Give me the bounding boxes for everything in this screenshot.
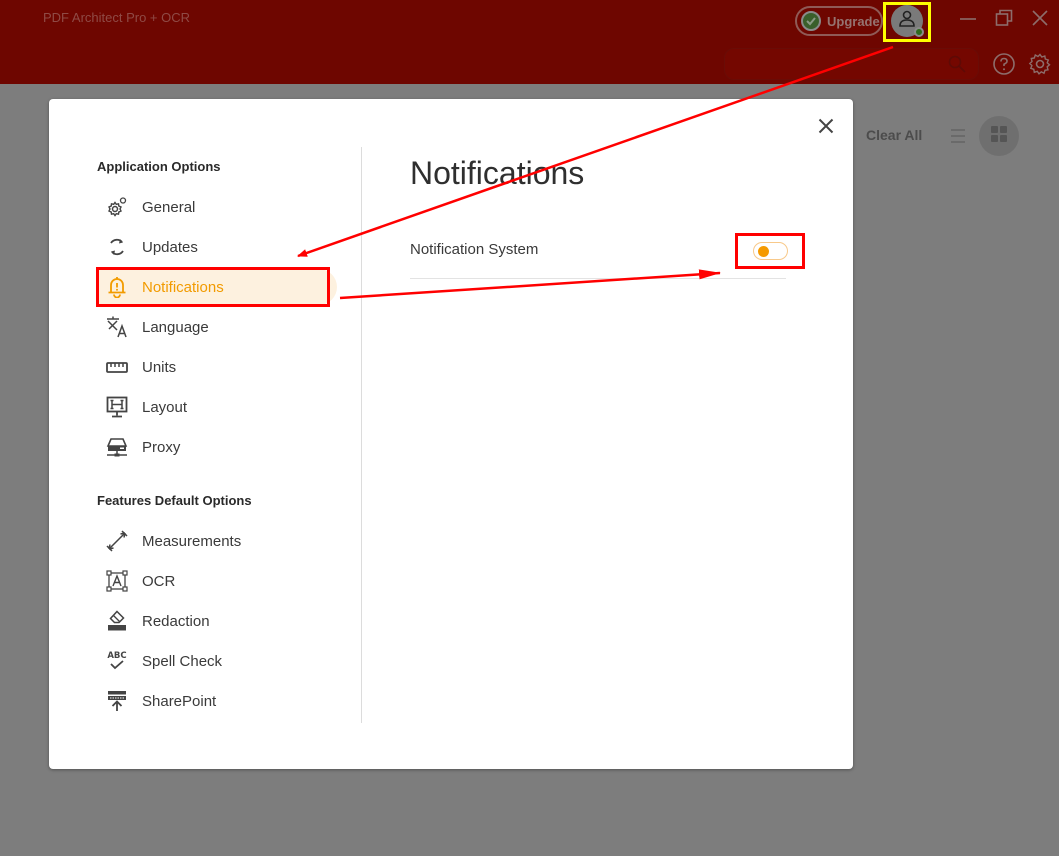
grid-view-button[interactable]: [979, 116, 1019, 156]
sidebar-item-label: General: [142, 198, 196, 216]
sidebar-item-label: Measurements: [142, 532, 242, 550]
window-close-button[interactable]: [1028, 8, 1052, 32]
list-view-icon: [950, 129, 966, 149]
options-sidebar: Application Options General Updates Noti…: [49, 99, 361, 769]
sidebar-item-label: Proxy: [142, 438, 181, 456]
app-title: PDF Architect Pro + OCR: [43, 10, 191, 25]
list-view-button[interactable]: [950, 127, 966, 145]
sidebar-item-ocr[interactable]: OCR: [97, 563, 331, 599]
section-title-application-options: Application Options: [97, 159, 221, 174]
sidebar-item-spell-check[interactable]: ABC Spell Check: [97, 643, 331, 679]
minimize-icon: [959, 9, 977, 32]
page-title: Notifications: [410, 155, 585, 191]
measure-arrow-icon: [105, 529, 129, 553]
help-button[interactable]: [992, 52, 1016, 76]
network-drive-icon: [105, 435, 129, 459]
eraser-icon: [105, 609, 129, 633]
ruler-icon: [105, 355, 129, 379]
search-input[interactable]: [724, 48, 979, 80]
sidebar-item-language[interactable]: Language: [97, 309, 331, 345]
check-circle-icon: [801, 11, 821, 31]
gears-icon: [105, 195, 129, 219]
sidebar-item-label: Layout: [142, 398, 188, 416]
setting-row-notification-system: Notification System: [410, 231, 788, 279]
svg-text:ABC: ABC: [107, 651, 126, 661]
title-bar: PDF Architect Pro + OCR Upgrade: [0, 0, 1059, 84]
grid-view-icon: [991, 125, 1007, 147]
section-title-features-default-options: Features Default Options: [97, 493, 252, 508]
sidebar-item-layout[interactable]: Layout: [97, 389, 331, 425]
refresh-icon: [105, 235, 129, 259]
spellcheck-icon: ABC: [105, 649, 129, 673]
options-dialog: Application Options General Updates Noti…: [49, 99, 853, 769]
ocr-text-icon: [105, 569, 129, 593]
upgrade-button[interactable]: Upgrade: [795, 6, 883, 36]
minimize-button[interactable]: [956, 8, 980, 32]
upload-server-icon: [105, 689, 129, 713]
annotation-highlight-account: [883, 2, 931, 42]
sidebar-item-label: Notifications: [142, 278, 224, 296]
sidebar-item-units[interactable]: Units: [97, 349, 331, 385]
upgrade-label: Upgrade: [827, 13, 880, 29]
sidebar-item-sharepoint[interactable]: SharePoint: [97, 683, 331, 719]
notification-system-toggle[interactable]: [753, 242, 788, 260]
close-icon: [1031, 9, 1049, 32]
toggle-knob: [758, 246, 769, 257]
bell-alert-icon: [105, 275, 129, 299]
sidebar-item-label: Updates: [142, 238, 198, 256]
settings-button[interactable]: [1028, 52, 1052, 76]
sidebar-item-label: Spell Check: [142, 652, 223, 670]
setting-label: Notification System: [410, 241, 539, 258]
sidebar-item-updates[interactable]: Updates: [97, 229, 331, 265]
sidebar-item-measurements[interactable]: Measurements: [97, 523, 331, 559]
dialog-close-button[interactable]: [815, 117, 837, 139]
sidebar-item-label: Units: [142, 358, 177, 376]
search-icon: [948, 55, 966, 78]
clear-all-button[interactable]: Clear All: [866, 127, 922, 143]
sidebar-item-label: Redaction: [142, 612, 210, 630]
restore-button[interactable]: [992, 8, 1016, 32]
help-icon: [992, 53, 1016, 80]
sidebar-divider: [361, 147, 362, 723]
sidebar-item-redaction[interactable]: Redaction: [97, 603, 331, 639]
gear-icon: [1028, 53, 1052, 80]
sidebar-item-general[interactable]: General: [97, 189, 331, 225]
sidebar-item-label: OCR: [142, 572, 176, 590]
close-icon: [818, 118, 834, 139]
restore-icon: [995, 9, 1013, 32]
sidebar-item-label: SharePoint: [142, 692, 217, 710]
sidebar-item-label: Language: [142, 318, 209, 336]
translate-icon: [105, 315, 129, 339]
sidebar-item-notifications[interactable]: Notifications: [97, 269, 337, 305]
sidebar-item-proxy[interactable]: Proxy: [97, 429, 331, 465]
monitor-layout-icon: [105, 395, 129, 419]
